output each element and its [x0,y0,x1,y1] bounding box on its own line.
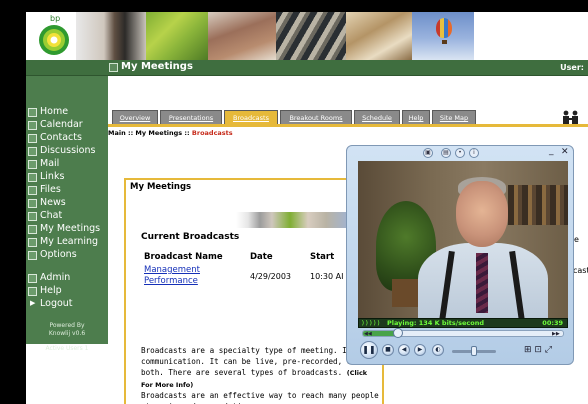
tab-breakout-rooms[interactable]: Breakout Rooms [280,110,352,125]
pause-button[interactable]: ❚❚ [360,341,378,359]
elapsed-time: 00:39 [542,319,563,327]
breadcrumb: Main :: My Meetings :: Broadcasts [108,129,233,137]
tab-presentations[interactable]: Presentations [160,110,222,125]
mute-button[interactable]: ◐ [432,344,444,356]
broadcast-start: 10:30 AI [310,272,344,281]
column-header-start: Start [310,252,335,262]
machinery-photo [276,12,346,60]
skin-icon[interactable]: ▤ [441,148,451,158]
rewind-icon[interactable]: ◀◀ [364,331,372,337]
signal-icon: ))))) [361,319,381,327]
checkbox-icon [28,160,37,169]
fast-forward-icon[interactable]: ▶▶ [552,331,560,337]
checkbox-icon [28,199,37,208]
checkbox-icon [28,251,37,260]
section-title: Current Broadcasts [141,232,240,242]
checkbox-icon [28,238,37,247]
player-titlebar[interactable]: ▣ ▤ • i _ ✕ [347,146,575,160]
clipped-text: cast [573,266,588,275]
people-icon [563,110,578,124]
menu-icon[interactable]: ▣ [423,148,433,158]
banner: bp [26,12,588,60]
checkbox-icon [28,134,37,143]
info-icon[interactable]: i [469,148,479,158]
checkbox-icon [28,121,37,130]
tab-help[interactable]: Help [402,110,430,125]
minimize-icon[interactable]: _ [549,146,554,156]
checkbox-icon [28,212,37,221]
active-users-text: Active Users 1 [45,345,89,352]
world-map-photo [146,12,208,60]
checkbox-icon [28,274,37,283]
powered-by-text: Powered By Knowlij v0.6 [48,322,86,337]
hot-air-balloon-photo [412,12,474,60]
video-frame[interactable] [358,161,568,321]
checkbox-icon [28,173,37,182]
tab-schedule[interactable]: Schedule [354,110,400,125]
bp-logo: bp [34,14,74,58]
checkbox-icon [28,147,37,156]
clipped-text: e [574,235,579,244]
title-checkbox-icon [109,63,118,72]
logo-text: bp [50,14,61,23]
checkbox-icon [28,108,37,117]
tab-underline [108,124,588,127]
photo-strip [236,212,356,228]
stop-button[interactable]: ■ [382,344,394,356]
panel-title: My Meetings [130,182,192,192]
playing-status: Playing: 134 K bits/second [387,319,485,327]
column-header-date: Date [250,252,273,262]
tab-site-map[interactable]: Site Map [432,110,476,125]
title-bar: My Meetings User: [26,60,588,76]
user-label: User: [560,63,584,72]
column-header-name: Broadcast Name [144,252,223,262]
volume-thumb[interactable] [471,346,477,356]
sidebar: Home Calendar Contacts Discussions Mail … [26,76,108,352]
description-paragraph: Broadcasts are a specialty type of meeti… [141,346,368,389]
broadcast-date: 4/29/2003 [250,272,292,281]
portrait-photo [76,12,146,60]
tab-overview[interactable]: Overview [112,110,158,125]
seek-thumb[interactable] [393,328,403,338]
handshake-photo [346,12,412,60]
fullscreen-icon[interactable]: ⊞ ⊡ ⤢ [524,345,552,355]
previous-button[interactable]: ◀ [398,344,410,356]
next-button[interactable]: ▶ [414,344,426,356]
close-icon[interactable]: ✕ [561,147,569,157]
landscape-photo [208,12,276,60]
settings-icon[interactable]: • [455,148,465,158]
arrow-right-icon: ▶ [30,299,36,307]
broadcast-link[interactable]: Management Performance [144,265,234,287]
balloon-icon [436,18,452,38]
description-paragraph-2: Broadcasts are an effective way to reach… [141,391,379,404]
presenter-image [456,181,508,247]
tab-broadcasts[interactable]: Broadcasts [224,110,278,125]
checkbox-icon [28,186,37,195]
checkbox-icon [28,225,37,234]
player-status-bar: ))))) Playing: 134 K bits/second 00:39 [358,318,568,328]
page-title: My Meetings [121,61,193,72]
checkbox-icon [28,287,37,296]
breadcrumb-current: Broadcasts [191,129,233,137]
